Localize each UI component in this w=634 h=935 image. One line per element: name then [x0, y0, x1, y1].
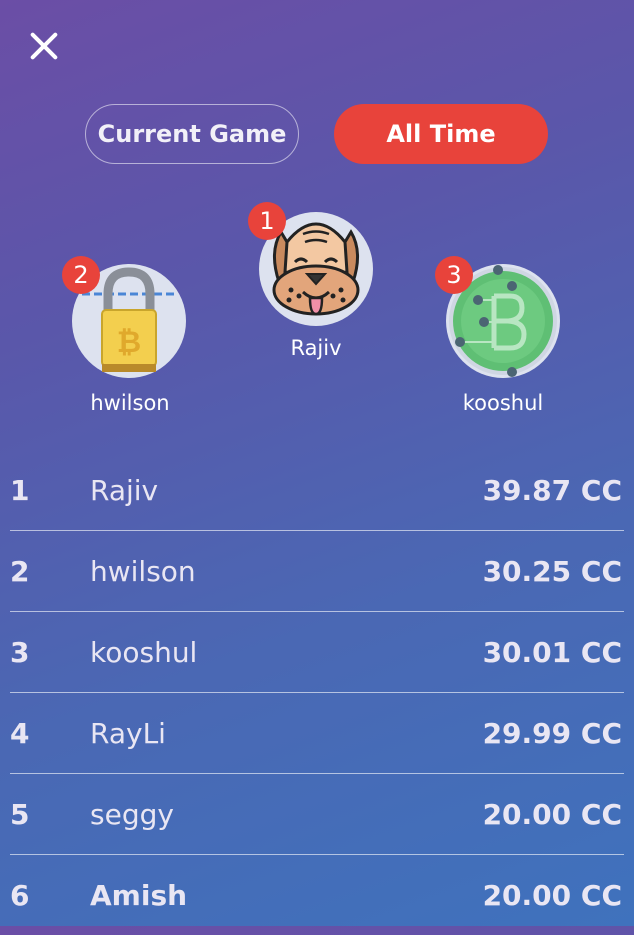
rank-badge-third: 3	[435, 256, 473, 294]
tab-all-time[interactable]: All Time	[334, 104, 548, 164]
leaderboard-tabs: Current Game All Time	[0, 104, 634, 166]
row-score: 30.25 CC	[482, 555, 622, 588]
rank-badge-first: 1	[248, 202, 286, 240]
row-username: RayLi	[90, 717, 166, 750]
row-score: 39.87 CC	[482, 474, 622, 507]
rank-badge-second: 2	[62, 256, 100, 294]
row-score: 20.00 CC	[482, 798, 622, 831]
row-username: Amish	[90, 879, 188, 912]
podium-name-third: kooshul	[462, 391, 544, 415]
row-username: seggy	[90, 798, 174, 831]
leaderboard-row[interactable]: 4 RayLi 29.99 CC	[10, 693, 624, 774]
close-icon[interactable]	[26, 28, 62, 64]
row-rank: 2	[10, 555, 30, 588]
leaderboard-row[interactable]: 5 seggy 20.00 CC	[10, 774, 624, 855]
row-score: 30.01 CC	[482, 636, 622, 669]
leaderboard-list: 1 Rajiv 39.87 CC 2 hwilson 30.25 CC 3 ko…	[10, 450, 624, 935]
leaderboard-row[interactable]: 2 hwilson 30.25 CC	[10, 531, 624, 612]
leaderboard-row-current-user[interactable]: 6 Amish 20.00 CC	[10, 855, 624, 935]
leaderboard-row[interactable]: 3 kooshul 30.01 CC	[10, 612, 624, 693]
row-rank: 4	[10, 717, 30, 750]
row-username: kooshul	[90, 636, 198, 669]
tab-current-game[interactable]: Current Game	[85, 104, 299, 164]
row-rank: 5	[10, 798, 30, 831]
row-rank: 3	[10, 636, 30, 669]
podium-name-second: hwilson	[90, 391, 170, 415]
row-username: Rajiv	[90, 474, 159, 507]
row-score: 20.00 CC	[482, 879, 622, 912]
row-rank: 6	[10, 879, 30, 912]
row-username: hwilson	[90, 555, 196, 588]
podium-name-first: Rajiv	[290, 336, 342, 360]
row-rank: 1	[10, 474, 30, 507]
svg-text:₿: ₿	[117, 325, 141, 360]
leaderboard-row[interactable]: 1 Rajiv 39.87 CC	[10, 450, 624, 531]
row-score: 29.99 CC	[482, 717, 622, 750]
